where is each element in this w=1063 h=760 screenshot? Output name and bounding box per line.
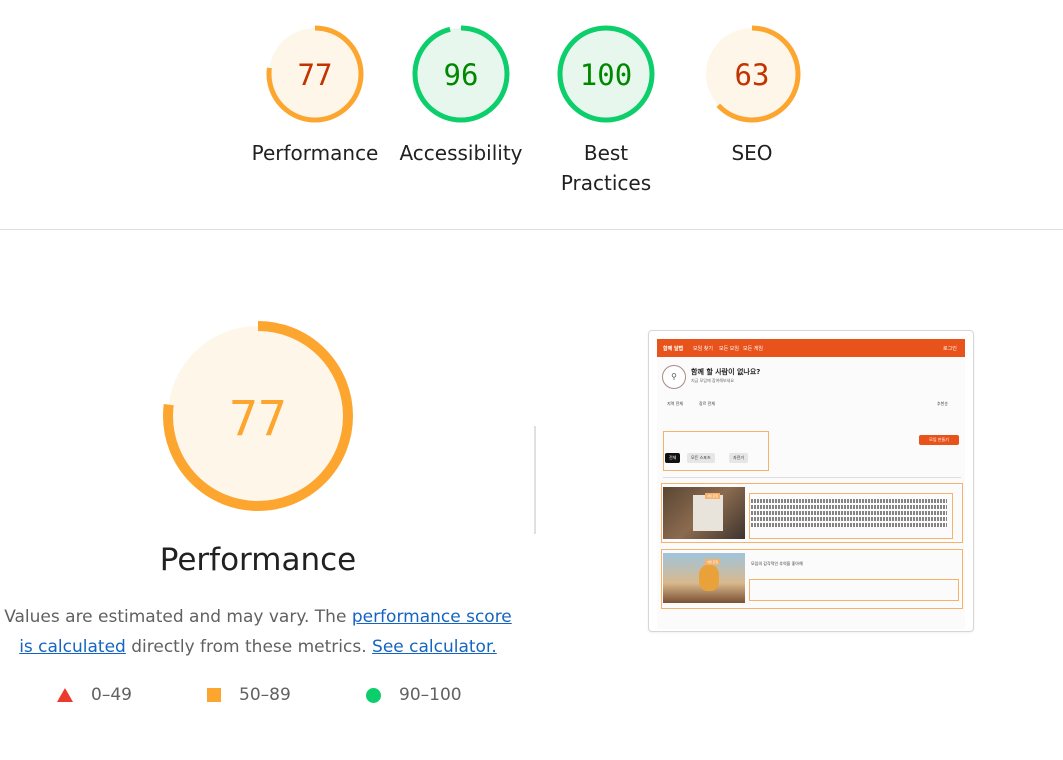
thumb-nav-brand: 함께 달랩 xyxy=(663,346,684,352)
gauge-performance-label: Performance xyxy=(251,141,379,165)
thumb-filter: 지역 전체 xyxy=(667,401,683,406)
performance-big-score: 77 xyxy=(229,391,287,447)
thumb-page-body: ⚲ 함께 할 사람이 없나요? 지금 모임에 참여해보세요 지역 전체 장르 전… xyxy=(657,357,965,629)
gauge-performance-score: 77 xyxy=(298,58,333,92)
thumb-subtitle: 지금 모임에 참여해보세요 xyxy=(691,378,735,383)
performance-title: Performance xyxy=(159,542,357,578)
thumb-nav-item: 모든 게임 xyxy=(743,346,763,352)
gauge-best-practices-label: Best Practices xyxy=(560,141,652,195)
gauge-seo[interactable]: 63 SEO xyxy=(677,24,827,168)
legend-range-pass: 90–100 xyxy=(399,685,462,705)
legend-range-average: 50–89 xyxy=(239,685,291,705)
thumb-card-text xyxy=(751,497,947,535)
legend-item-fail: 0–49 xyxy=(57,685,132,705)
gauge-performance-ring: 77 xyxy=(266,25,364,123)
circle-icon xyxy=(366,687,381,703)
gauge-accessibility-label: Accessibility xyxy=(399,141,523,165)
thumb-logo-icon: ⚲ xyxy=(662,365,686,389)
gauge-best-practices-ring: 100 xyxy=(557,25,655,123)
thumb-nav-login: 로그인 xyxy=(943,346,957,352)
category-gauges: 77 Performance 96 Accessibility 100 Best… xyxy=(0,0,1063,229)
gauge-seo-score: 63 xyxy=(735,58,770,92)
score-legend: 0–49 50–89 90–100 xyxy=(0,685,520,715)
thumb-chip: 전체 xyxy=(665,453,681,463)
thumb-category-box xyxy=(663,431,769,471)
thumb-nav-item: 모임 찾기 xyxy=(693,346,713,352)
legend-range-fail: 0–49 xyxy=(91,685,132,705)
gauge-seo-label: SEO xyxy=(731,141,773,165)
performance-big-gauge: 77 xyxy=(160,318,356,514)
final-screenshot-thumbnail[interactable]: 함께 달랩 모임 찾기 모든 모임 모든 게임 로그인 ⚲ 함께 할 사람이 없… xyxy=(648,330,974,632)
thumb-card-tag: 3월 모임 xyxy=(705,559,721,565)
thumb-divider xyxy=(663,477,961,478)
thumb-title: 함께 할 사람이 없나요? xyxy=(691,368,761,376)
legend-item-average: 50–89 xyxy=(207,685,291,705)
thumb-chip: 자전거 xyxy=(729,453,749,463)
see-calculator-link[interactable]: See calculator. xyxy=(372,637,497,657)
gauge-best-practices[interactable]: 100 Best Practices xyxy=(531,24,681,198)
thumb-filter: 추천순 xyxy=(937,401,949,406)
performance-description: Values are estimated and may vary. The p… xyxy=(0,602,516,662)
thumb-filter: 장르 전체 xyxy=(699,401,715,406)
thumb-chip: 모든 스포츠 xyxy=(687,453,715,463)
gauge-accessibility[interactable]: 96 Accessibility xyxy=(386,24,536,168)
gauge-performance[interactable]: 77 Performance xyxy=(240,24,390,168)
thumb-nav-item: 모든 모임 xyxy=(719,346,739,352)
description-prefix: Values are estimated and may vary. The xyxy=(4,607,352,627)
legend-item-pass: 90–100 xyxy=(366,685,462,705)
performance-big-gauge-ring: 77 xyxy=(163,321,353,511)
thumb-card-title: 모임의 감각적인 추억을 좋아해 xyxy=(751,561,803,566)
gauge-seo-ring: 63 xyxy=(703,25,801,123)
square-icon xyxy=(207,688,221,702)
thumb-action-button: 모임 만들기 xyxy=(919,435,959,445)
vertical-divider xyxy=(534,426,536,534)
thumb-card-tag: 4월 모임 xyxy=(705,493,721,499)
thumb-card-image xyxy=(663,553,745,603)
thumb-nav-bar: 함께 달랩 모임 찾기 모든 모임 모든 게임 로그인 xyxy=(657,339,965,357)
description-middle: directly from these metrics. xyxy=(125,637,367,657)
gauge-accessibility-ring: 96 xyxy=(412,25,510,123)
thumb-card-meta-box xyxy=(749,579,959,601)
gauge-best-practices-score: 100 xyxy=(580,58,632,92)
performance-section: 77 Performance Values are estimated and … xyxy=(0,230,1063,760)
gauge-accessibility-score: 96 xyxy=(444,58,479,92)
thumb-card-image xyxy=(663,487,745,539)
triangle-icon xyxy=(57,688,73,702)
